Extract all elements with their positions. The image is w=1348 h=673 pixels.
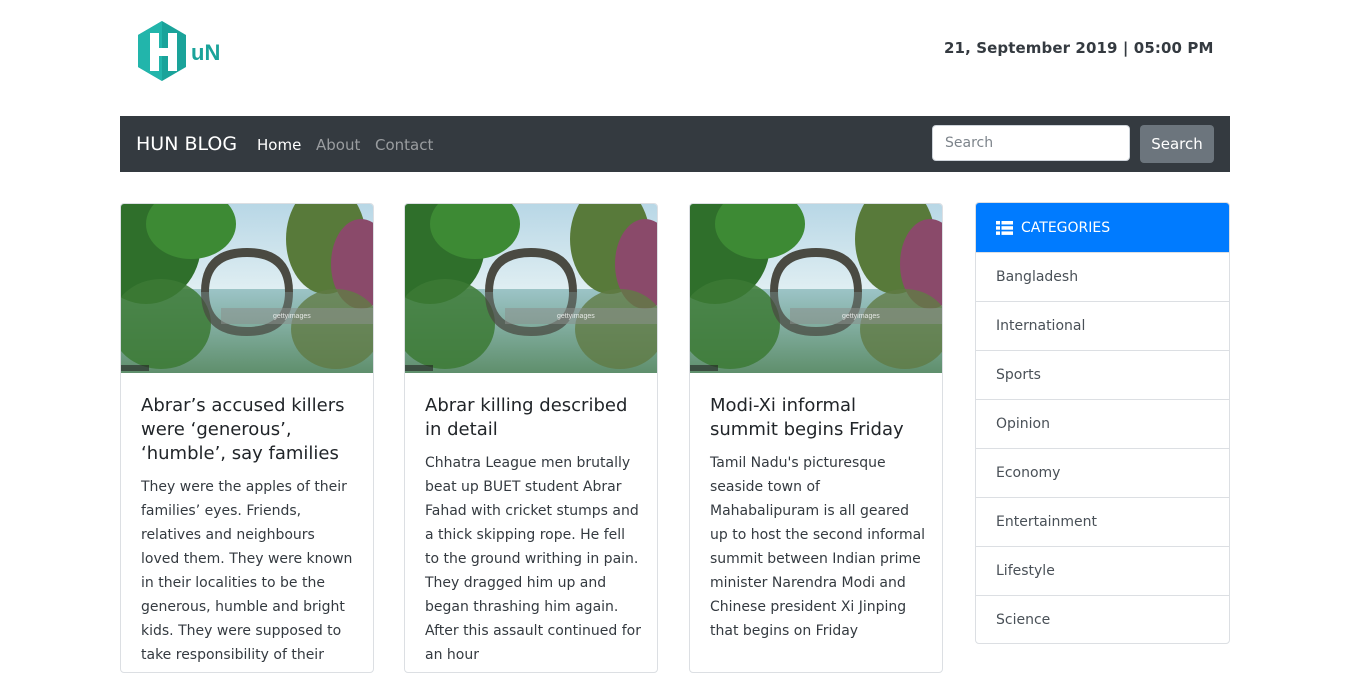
post-image[interactable]	[405, 204, 657, 373]
category-item-bangladesh[interactable]: Bangladesh	[976, 252, 1229, 301]
categories-title: CATEGORIES	[1021, 219, 1111, 236]
category-item-lifestyle[interactable]: Lifestyle	[976, 546, 1229, 595]
navbar: HUN BLOG Home About Contact Search	[120, 116, 1230, 172]
list-icon	[996, 220, 1013, 235]
search-button[interactable]: Search	[1140, 125, 1214, 163]
nav-link-home[interactable]: Home	[257, 136, 301, 154]
post-card[interactable]: Abrar’s accused killers were ‘generous’,…	[120, 203, 374, 673]
post-card-body: Modi-Xi informal summit begins Friday Ta…	[710, 394, 926, 643]
nav-link-about[interactable]: About	[316, 136, 360, 154]
post-title[interactable]: Abrar killing described in detail	[425, 394, 641, 442]
navbar-brand[interactable]: HUN BLOG	[136, 133, 237, 155]
category-item-opinion[interactable]: Opinion	[976, 399, 1229, 448]
logo-letters: uN	[191, 40, 220, 65]
categories-header: CATEGORIES	[976, 203, 1229, 252]
categories-panel: CATEGORIES Bangladesh International Spor…	[975, 202, 1230, 644]
post-excerpt: Chhatra League men brutally beat up BUET…	[425, 455, 641, 663]
post-card[interactable]: Abrar killing described in detail Chhatr…	[404, 203, 658, 673]
category-item-international[interactable]: International	[976, 301, 1229, 350]
search-input[interactable]	[932, 125, 1130, 161]
post-excerpt: Tamil Nadu's picturesque seaside town of…	[710, 455, 926, 639]
category-item-sports[interactable]: Sports	[976, 350, 1229, 399]
category-item-economy[interactable]: Economy	[976, 448, 1229, 497]
post-card-body: Abrar killing described in detail Chhatr…	[425, 394, 641, 667]
post-card-body: Abrar’s accused killers were ‘generous’,…	[141, 394, 357, 667]
post-title[interactable]: Modi-Xi informal summit begins Friday	[710, 394, 926, 442]
post-excerpt: They were the apples of their families’ …	[141, 479, 353, 663]
post-card[interactable]: Modi-Xi informal summit begins Friday Ta…	[689, 203, 943, 673]
post-image[interactable]	[690, 204, 942, 373]
header-datetime: 21, September 2019 | 05:00 PM	[944, 39, 1214, 57]
post-image[interactable]	[121, 204, 373, 373]
post-title[interactable]: Abrar’s accused killers were ‘generous’,…	[141, 394, 357, 466]
category-item-entertainment[interactable]: Entertainment	[976, 497, 1229, 546]
category-item-science[interactable]: Science	[976, 595, 1229, 643]
site-logo[interactable]: uN	[136, 21, 226, 83]
nav-link-contact[interactable]: Contact	[375, 136, 433, 154]
